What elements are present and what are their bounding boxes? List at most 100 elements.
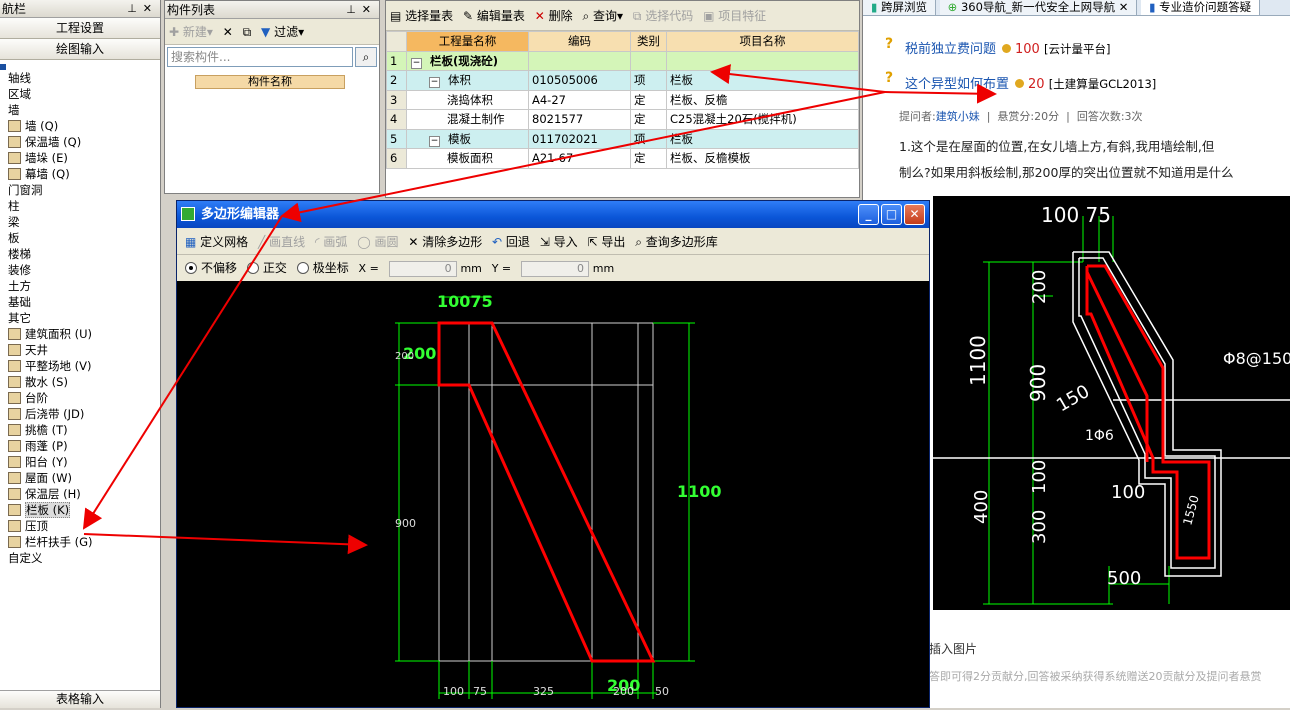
collapse-icon[interactable]: − xyxy=(429,135,440,147)
table-row[interactable]: 4 混凝土制作 8021577 定 C25混凝土20石(搅拌机) xyxy=(386,109,859,130)
tab-360-nav[interactable]: ⊕ 360导航_新一代安全上网导航 ✕ xyxy=(939,0,1138,15)
nav-tree-item[interactable]: 基础 xyxy=(0,294,160,310)
table-cell[interactable]: 011702021 xyxy=(528,128,631,149)
tab-qa[interactable]: ▮ 专业造价问题答疑 xyxy=(1141,0,1261,15)
table-cell[interactable]: 项 xyxy=(630,128,667,149)
column-header[interactable]: 项目名称 xyxy=(666,31,859,52)
nav-tree-item[interactable]: 区域 xyxy=(0,86,160,102)
select-table-button[interactable]: ▤ 选择量表 xyxy=(390,1,453,31)
export-button[interactable]: ⇱ 导出 xyxy=(587,229,625,255)
nav-tree-item[interactable]: 栏杆扶手 (G) xyxy=(0,534,160,550)
delete-button[interactable]: ✕ 删除 xyxy=(535,1,573,31)
table-cell[interactable]: − 栏板(现浇砼) xyxy=(406,50,529,71)
table-cell[interactable]: 栏板 xyxy=(666,128,859,149)
pin-icon[interactable]: ⊥ xyxy=(127,2,143,15)
table-row[interactable]: 1− 栏板(现浇砼) xyxy=(386,50,859,71)
table-row[interactable]: 3 浇捣体积 A4-27 定栏板、反檐 xyxy=(386,89,859,110)
nav-tree-item[interactable]: 墙 (Q) xyxy=(0,118,160,134)
draw-circle-button[interactable]: ◯ 画圆 xyxy=(357,229,398,255)
table-cell[interactable]: 1 xyxy=(386,50,407,71)
table-row[interactable]: 5− 模板 011702021 项栏板 xyxy=(386,128,859,149)
delete-icon[interactable]: ✕ xyxy=(223,19,233,45)
nav-tree-item[interactable]: 阳台 (Y) xyxy=(0,454,160,470)
table-cell[interactable]: 栏板、反檐模板 xyxy=(666,148,859,169)
nav-tree-item[interactable]: 梁 xyxy=(0,214,160,230)
table-cell[interactable]: 3 xyxy=(386,89,407,110)
asker-link[interactable]: 建筑小妹 xyxy=(936,110,980,123)
column-header[interactable]: 工程量名称 xyxy=(406,31,529,52)
nav-tree-item[interactable]: 后浇带 (JD) xyxy=(0,406,160,422)
table-cell[interactable]: A4-27 xyxy=(528,89,631,110)
x-coordinate-input[interactable]: 0 xyxy=(388,260,457,277)
nav-tree-item[interactable]: 挑檐 (T) xyxy=(0,422,160,438)
nav-tree-item[interactable]: 栏板 (K) xyxy=(0,502,160,518)
nav-tree-item[interactable]: 门窗洞 xyxy=(0,182,160,198)
copy-icon[interactable]: ⧉ xyxy=(243,19,252,45)
nav-tree-item[interactable]: 保温层 (H) xyxy=(0,486,160,502)
table-cell[interactable]: 010505006 xyxy=(528,70,631,91)
y-coordinate-input[interactable]: 0 xyxy=(520,260,589,277)
column-header[interactable]: 类别 xyxy=(630,31,667,52)
nav-tree-item[interactable]: 幕墙 (Q) xyxy=(0,166,160,182)
table-cell[interactable]: C25混凝土20石(搅拌机) xyxy=(666,109,859,130)
clear-polygon-button[interactable]: ✕ 清除多边形 xyxy=(408,229,482,255)
nav-tree-item[interactable]: 土方 xyxy=(0,278,160,294)
import-button[interactable]: ⇲ 导入 xyxy=(540,229,578,255)
search-icon[interactable]: ⌕ xyxy=(355,47,377,67)
table-cell[interactable]: 6 xyxy=(386,148,407,169)
column-header[interactable]: 编码 xyxy=(528,31,631,52)
question-link[interactable]: 这个异型如何布置 xyxy=(905,77,1009,92)
nav-tree-item[interactable]: 建筑面积 (U) xyxy=(0,326,160,342)
close-icon[interactable]: ✕ xyxy=(143,2,158,15)
table-row[interactable]: 2− 体积 010505006 项栏板 xyxy=(386,70,859,91)
close-button[interactable]: ✕ xyxy=(904,204,925,225)
collapse-icon[interactable]: − xyxy=(429,77,440,89)
table-cell[interactable]: 模板面积 xyxy=(406,148,529,169)
insert-image-link[interactable]: 插入图片 xyxy=(929,640,977,657)
close-icon[interactable]: ✕ xyxy=(362,3,377,16)
nav-tree-item[interactable]: 散水 (S) xyxy=(0,374,160,390)
nav-tree-item[interactable]: 保温墙 (Q) xyxy=(0,134,160,150)
nav-tree-item[interactable]: 天井 xyxy=(0,342,160,358)
question-link[interactable]: 税前独立费问题 xyxy=(905,42,996,57)
table-cell[interactable]: 定 xyxy=(630,89,667,110)
table-cell[interactable]: A21-67 xyxy=(528,148,631,169)
table-cell[interactable] xyxy=(528,50,631,71)
table-cell[interactable]: 浇捣体积 xyxy=(406,89,529,110)
maximize-button[interactable]: □ xyxy=(881,204,902,225)
nav-tree-item[interactable]: 楼梯 xyxy=(0,246,160,262)
polygon-editor-titlebar[interactable]: 多边形编辑器 _ □ ✕ xyxy=(177,201,929,228)
edit-table-button[interactable]: ✎ 编辑量表 xyxy=(463,1,525,31)
polar-radio[interactable]: 极坐标 xyxy=(296,256,349,280)
nav-tree-item[interactable]: 压顶 xyxy=(0,518,160,534)
table-row[interactable]: 6 模板面积 A21-67 定栏板、反檐模板 xyxy=(386,148,859,169)
define-grid-button[interactable]: ▦ 定义网格 xyxy=(185,229,248,255)
nav-tree-item[interactable]: 平整场地 (V) xyxy=(0,358,160,374)
nav-tree-item[interactable]: 雨蓬 (P) xyxy=(0,438,160,454)
project-settings-button[interactable]: 工程设置 xyxy=(0,18,160,39)
table-cell[interactable]: 混凝土制作 xyxy=(406,109,529,130)
new-component-button[interactable]: ✚ 新建▾ xyxy=(169,19,213,45)
drawing-input-button[interactable]: 绘图输入 xyxy=(0,39,160,60)
draw-arc-button[interactable]: ◜ 画弧 xyxy=(315,229,347,255)
component-search-input[interactable]: 搜索构件... xyxy=(167,47,353,67)
table-cell[interactable]: 4 xyxy=(386,109,407,130)
table-cell[interactable]: 定 xyxy=(630,109,667,130)
table-cell[interactable]: 定 xyxy=(630,148,667,169)
nav-tree-item[interactable]: 板 xyxy=(0,230,160,246)
select-code-button[interactable]: ⧉ 选择代码 xyxy=(633,1,693,31)
nav-tree-item[interactable]: 轴线 xyxy=(0,70,160,86)
no-offset-radio[interactable]: 不偏移 xyxy=(185,256,237,280)
filter-button[interactable]: ▼ 过滤▾ xyxy=(261,19,304,45)
nav-tree-item[interactable]: 自定义 xyxy=(0,550,160,566)
collapse-icon[interactable]: − xyxy=(411,57,422,69)
table-cell[interactable] xyxy=(666,50,859,71)
undo-button[interactable]: ↶ 回退 xyxy=(492,229,530,255)
table-cell[interactable]: 栏板、反檐 xyxy=(666,89,859,110)
nav-tree-item[interactable]: 装修 xyxy=(0,262,160,278)
table-cell[interactable] xyxy=(630,50,667,71)
table-cell[interactable]: 栏板 xyxy=(666,70,859,91)
query-polygon-library-button[interactable]: ⌕ 查询多边形库 xyxy=(635,229,718,255)
draw-line-button[interactable]: ╱ 画直线 xyxy=(258,229,305,255)
table-cell[interactable]: 项 xyxy=(630,70,667,91)
